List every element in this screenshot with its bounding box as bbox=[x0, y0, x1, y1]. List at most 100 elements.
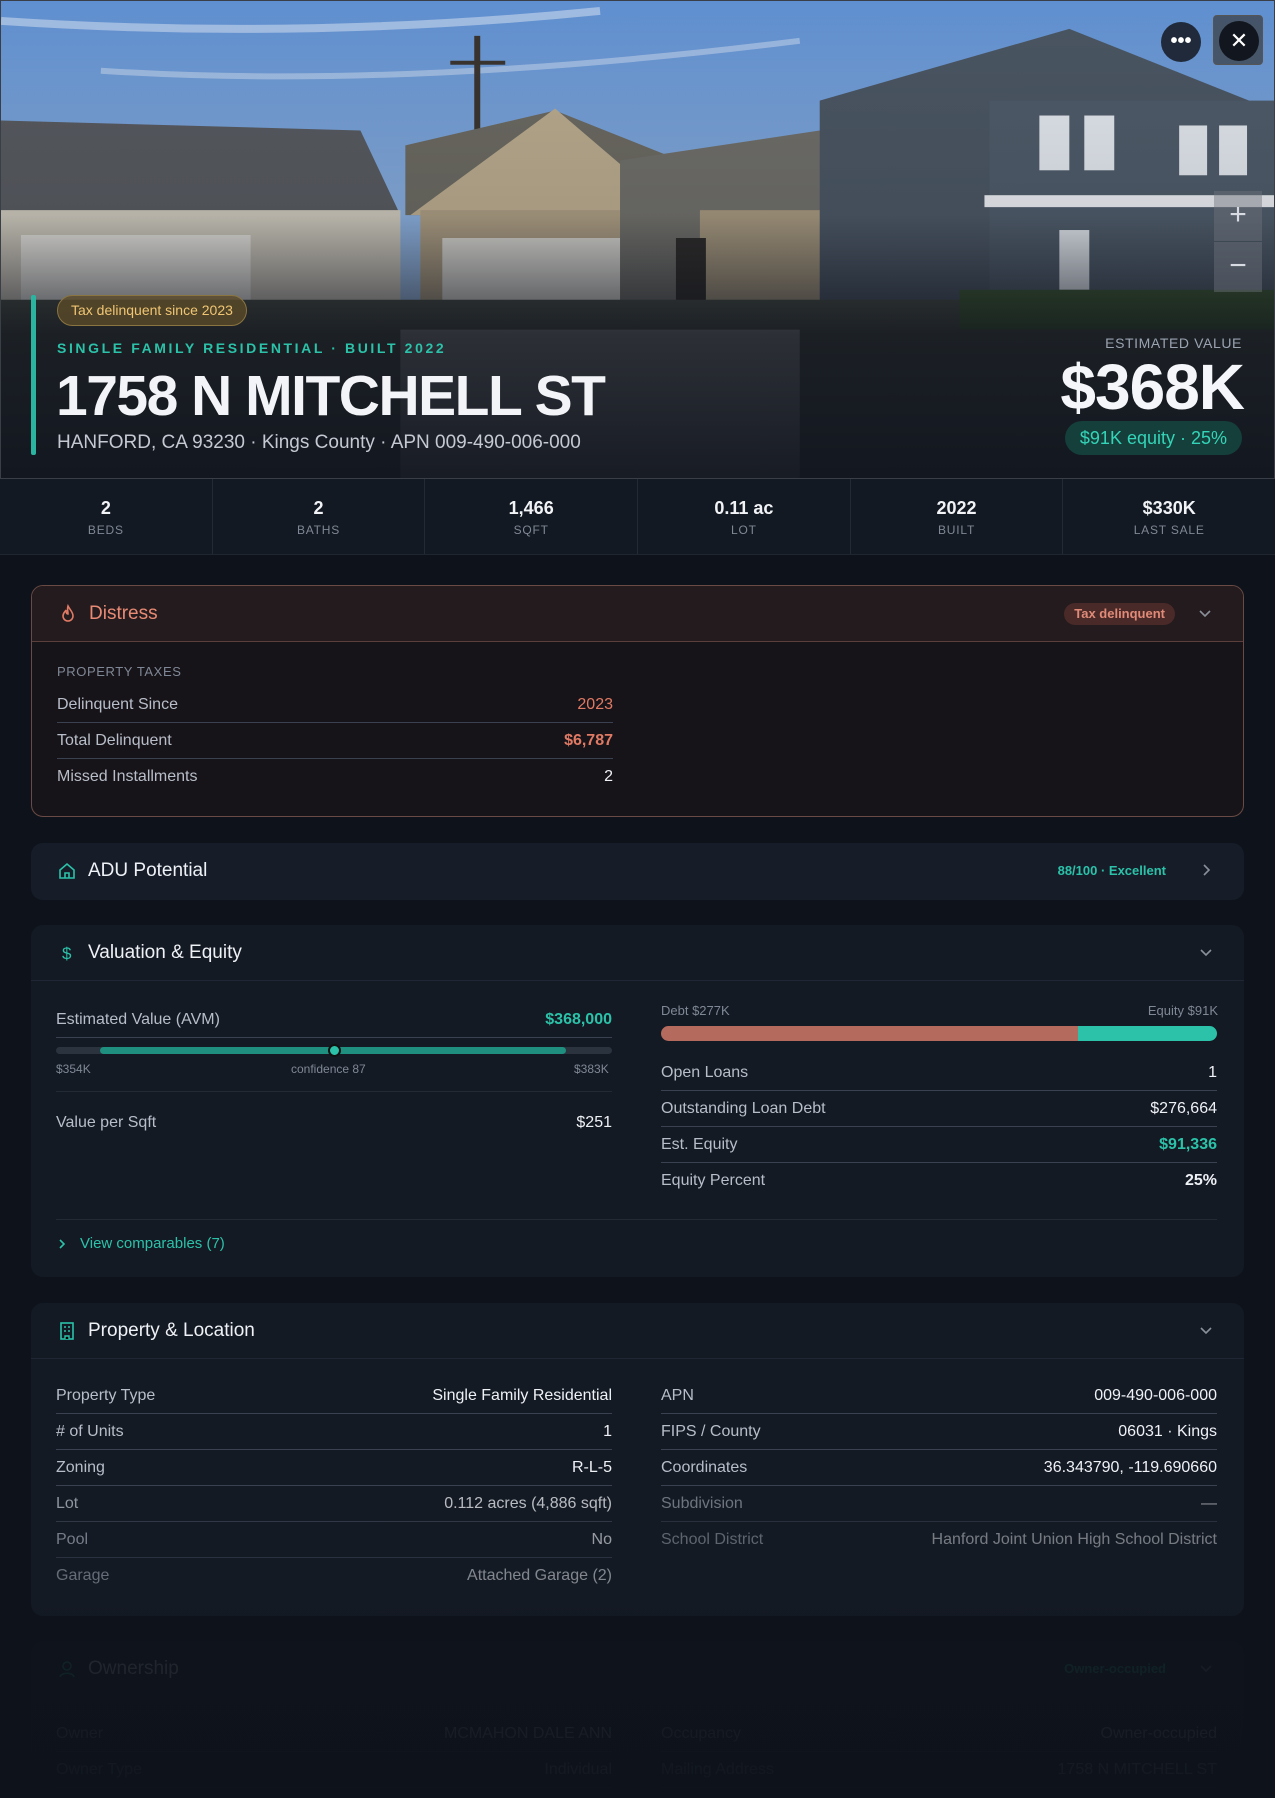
kv-key: Estimated Value (AVM) bbox=[56, 1010, 220, 1028]
kv-row: APN 009-490-006-000 bbox=[661, 1378, 1217, 1414]
zoom-out-button[interactable]: − bbox=[1214, 242, 1262, 292]
close-icon: ✕ bbox=[1219, 21, 1259, 61]
adu-header[interactable]: ADU Potential 88/100 · Excellent bbox=[31, 843, 1244, 899]
property-location: HANFORD, CA 93230 · Kings County · APN 0… bbox=[57, 432, 581, 453]
stat-lot: 0.11 ac LOT bbox=[638, 479, 851, 554]
stat-label: LOT bbox=[730, 523, 757, 537]
kv-row: Property Type Single Family Residential bbox=[56, 1378, 612, 1414]
chevron-right-icon bbox=[59, 1239, 66, 1249]
stat-value: 0.11 ac bbox=[714, 498, 774, 518]
chevron-right-icon[interactable] bbox=[1198, 862, 1214, 878]
avm-value: $368,000 bbox=[545, 1010, 612, 1028]
kv-key: Owner bbox=[56, 1724, 104, 1742]
chevron-down-icon[interactable] bbox=[1197, 605, 1213, 621]
kv-row: FIPS / County 06031 · Kings bbox=[661, 1414, 1217, 1450]
property-taxes-label: PROPERTY TAXES bbox=[57, 664, 182, 679]
adu-potential-card[interactable]: ADU Potential 88/100 · Excellent bbox=[31, 843, 1244, 900]
debt-equity-bar bbox=[661, 1026, 1217, 1041]
flame-icon bbox=[62, 604, 74, 622]
kv-key: Missed Installments bbox=[57, 768, 198, 785]
chevron-down-icon[interactable] bbox=[1198, 1322, 1214, 1338]
property-title: Property & Location bbox=[88, 1320, 255, 1341]
avm-range-track bbox=[56, 1044, 612, 1057]
kv-row: Zoning R-L-5 bbox=[56, 1450, 612, 1486]
kv-value: Individual bbox=[544, 1760, 612, 1778]
kv-row: Coordinates 36.343790, -119.690660 bbox=[661, 1450, 1217, 1486]
property-header[interactable]: Property & Location bbox=[31, 1303, 1244, 1359]
kv-key: Mailing Address bbox=[661, 1760, 774, 1778]
accent-bar bbox=[31, 295, 36, 455]
stat-value: 2022 bbox=[936, 498, 977, 518]
kv-key: Lot bbox=[56, 1494, 79, 1512]
kv-key: Owner Type bbox=[56, 1760, 142, 1778]
kv-value: Owner-occupied bbox=[1100, 1724, 1218, 1742]
estimated-value: $368K bbox=[1060, 351, 1245, 423]
avm-row: Estimated Value (AVM) $368,000 bbox=[56, 1002, 612, 1038]
kv-row: Lot 0.112 acres (4,886 sqft) bbox=[56, 1486, 612, 1522]
kv-value: MCMAHON DALE ANN bbox=[443, 1724, 612, 1742]
stat-built: 2022 BUILT bbox=[851, 479, 1064, 554]
ownership-badge: Owner-occupied bbox=[1064, 1661, 1166, 1676]
stat-last-sale: $330K LAST SALE bbox=[1063, 479, 1275, 554]
kv-key: APN bbox=[661, 1386, 694, 1404]
valuation-card: $ Valuation & Equity Estimated Value (AV… bbox=[31, 925, 1244, 1277]
kv-row: Occupancy Owner-occupied bbox=[661, 1716, 1217, 1752]
kv-row: Open Loans 1 bbox=[661, 1055, 1217, 1091]
adu-title: ADU Potential bbox=[88, 860, 208, 881]
chevron-down-icon[interactable] bbox=[1198, 944, 1214, 960]
kv-value: $276,664 bbox=[1150, 1099, 1217, 1117]
range-confidence: confidence 87 bbox=[291, 1062, 366, 1076]
adu-score-badge: 88/100 · Excellent bbox=[1057, 863, 1166, 878]
stat-label: BEDS bbox=[87, 523, 124, 537]
valuation-header[interactable]: $ Valuation & Equity bbox=[31, 925, 1244, 981]
tax-delinquent-tag: Tax delinquent since 2023 bbox=[57, 295, 247, 326]
kv-key: Value per Sqft bbox=[56, 1114, 157, 1131]
kv-key: Delinquent Since bbox=[57, 695, 178, 713]
kv-row: Equity Percent 25% bbox=[661, 1163, 1217, 1199]
view-comparables-link[interactable]: View comparables (7) bbox=[56, 1235, 225, 1252]
kv-value: $251 bbox=[576, 1114, 612, 1131]
debt-label: Debt $277K bbox=[661, 1003, 730, 1018]
value-per-sqft-row: Value per Sqft $251 bbox=[56, 1105, 612, 1141]
kv-value: Attached Garage (2) bbox=[467, 1567, 612, 1584]
kv-row: Missed Installments 2 bbox=[57, 759, 613, 795]
divider bbox=[56, 1091, 612, 1092]
kv-key: Est. Equity bbox=[661, 1135, 738, 1153]
kv-value: 06031 · Kings bbox=[1118, 1422, 1217, 1440]
comparables-label: View comparables (7) bbox=[80, 1235, 225, 1252]
kv-row: Total Delinquent $6,787 bbox=[57, 723, 613, 759]
ownership-header[interactable]: Ownership Owner-occupied bbox=[31, 1641, 1244, 1697]
user-icon bbox=[59, 1661, 75, 1678]
chevron-down-icon[interactable] bbox=[1198, 1660, 1214, 1676]
kv-key: Zoning bbox=[56, 1458, 105, 1476]
close-button[interactable]: ✕ bbox=[1213, 15, 1263, 65]
kv-value: 2 bbox=[604, 768, 613, 785]
kv-row: Garage Attached Garage (2) bbox=[56, 1558, 612, 1594]
more-options-button[interactable]: ••• bbox=[1161, 22, 1201, 62]
kv-key: Garage bbox=[56, 1567, 110, 1584]
stat-value: 2 bbox=[100, 498, 111, 518]
valuation-title: Valuation & Equity bbox=[88, 942, 242, 963]
kv-row: Est. Equity $91,336 bbox=[661, 1127, 1217, 1163]
building-icon bbox=[60, 1322, 74, 1340]
kv-row: Subdivision — bbox=[661, 1486, 1217, 1522]
kv-row: Pool No bbox=[56, 1522, 612, 1558]
kv-key: School District bbox=[661, 1531, 764, 1548]
kv-value: $6,787 bbox=[564, 731, 613, 749]
kv-key: Equity Percent bbox=[661, 1172, 766, 1189]
equity-segment bbox=[1078, 1026, 1217, 1041]
kv-value: 0.112 acres (4,886 sqft) bbox=[444, 1494, 612, 1512]
debt-segment bbox=[661, 1026, 1078, 1041]
stat-sqft: 1,466 SQFT bbox=[425, 479, 639, 554]
kv-value: 1 bbox=[1208, 1063, 1217, 1081]
kv-value: 25% bbox=[1184, 1172, 1217, 1189]
ownership-card: Ownership Owner-occupied Owner MCMAHON DA… bbox=[31, 1641, 1244, 1798]
svg-text:$: $ bbox=[62, 944, 72, 963]
distress-header[interactable]: Distress Tax delinquent bbox=[32, 586, 1243, 642]
stat-label: BUILT bbox=[937, 523, 976, 537]
stat-label: LAST SALE bbox=[1133, 523, 1205, 537]
kv-value: $91,336 bbox=[1159, 1135, 1217, 1153]
kv-key: Coordinates bbox=[661, 1458, 748, 1476]
kv-key: Total Delinquent bbox=[57, 731, 172, 749]
zoom-in-button[interactable]: + bbox=[1214, 191, 1262, 241]
